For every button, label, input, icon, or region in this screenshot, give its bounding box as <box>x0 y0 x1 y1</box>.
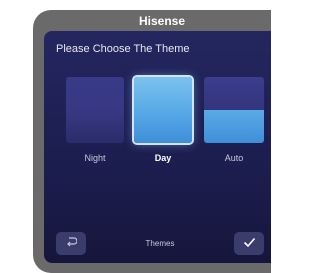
confirm-button[interactable] <box>234 232 264 255</box>
theme-label-night: Night <box>84 153 106 163</box>
screen-title: Please Choose The Theme <box>56 43 190 55</box>
bottom-bar: Themes <box>44 229 271 263</box>
theme-screen: Please Choose The Theme Night Day Auto T… <box>44 31 271 263</box>
theme-card-auto[interactable] <box>204 77 264 143</box>
brand-logo: Hisense <box>138 14 186 28</box>
auto-night-half <box>204 77 264 110</box>
checkmark-icon <box>243 235 256 253</box>
back-button[interactable] <box>56 232 86 255</box>
theme-label-auto: Auto <box>224 153 244 163</box>
back-arrow-icon <box>65 235 78 253</box>
theme-card-day[interactable] <box>134 77 192 143</box>
footer-label: Themes <box>145 239 175 248</box>
theme-card-night[interactable] <box>66 77 124 143</box>
theme-label-day: Day <box>154 153 172 163</box>
auto-day-half <box>204 110 264 143</box>
